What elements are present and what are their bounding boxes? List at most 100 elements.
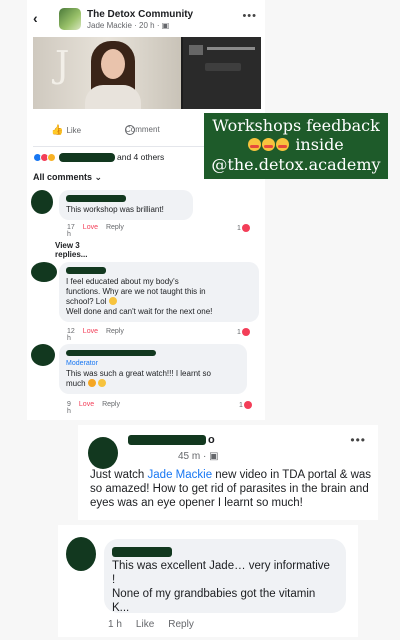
author-line: Jade Mackie · 20 h · ▣ bbox=[87, 21, 170, 30]
avatar[interactable] bbox=[31, 344, 55, 366]
comment-text-line: ! bbox=[112, 574, 116, 586]
calendar-icon: ▣ bbox=[209, 451, 219, 462]
redacted-names bbox=[59, 152, 115, 162]
comment-text-line: school? Lol bbox=[66, 297, 252, 307]
grin-emoji-icon bbox=[108, 297, 117, 305]
reply-button[interactable]: Reply bbox=[168, 619, 194, 630]
love-count-number: 1 bbox=[239, 401, 243, 409]
more-options-icon[interactable]: ••• bbox=[242, 10, 257, 22]
comment-text-fragment: much bbox=[66, 379, 86, 388]
workshops-feedback-banner: Workshops feedback inside @the.detox.aca… bbox=[204, 113, 388, 179]
like-button[interactable]: Like bbox=[136, 619, 154, 630]
love-button[interactable]: Love bbox=[79, 401, 94, 415]
comment-text-line: This was such a great watch!!! I learnt … bbox=[66, 369, 211, 378]
avatar-redaction bbox=[66, 537, 96, 571]
comment-text: Just watch Jade Mackie new video in TDA … bbox=[90, 468, 372, 510]
comment-meta: 17 h Love Reply bbox=[67, 224, 124, 238]
comment-text-line: I feel educated about my body's bbox=[66, 277, 179, 286]
comment-text-line: K... bbox=[112, 602, 130, 614]
commenter-name-suffix[interactable]: o bbox=[208, 434, 215, 446]
portal-comment-card: o 45 m · ▣ ••• Just watch Jade Mackie ne… bbox=[78, 425, 378, 520]
presenter-face bbox=[101, 49, 125, 79]
comment-time: 12 h bbox=[67, 328, 75, 342]
smiling-hearts-emoji-icon bbox=[248, 138, 262, 151]
reply-button[interactable]: Reply bbox=[106, 224, 124, 238]
video-frame: J bbox=[33, 37, 181, 109]
love-count-number: 1 bbox=[237, 328, 241, 336]
comment-text-line: Well done and can't wait for the next on… bbox=[66, 307, 213, 316]
avatar-redaction bbox=[31, 262, 57, 282]
reactions-others: and 4 others bbox=[117, 152, 165, 162]
post-header: ‹ The Detox Community Jade Mackie · 20 h… bbox=[33, 8, 261, 32]
video-player[interactable]: J bbox=[33, 37, 261, 109]
comment-text-line: None of my grandbabies got the vitamin bbox=[112, 588, 316, 600]
video-side-panel bbox=[183, 37, 261, 109]
comment-bubble: I feel educated about my body's function… bbox=[59, 262, 259, 322]
comment-time: 9 h bbox=[67, 401, 71, 415]
excellent-comment-card: This was excellent Jade… very informativ… bbox=[58, 525, 358, 637]
commenter-name-redacted[interactable] bbox=[66, 195, 186, 204]
love-count: 1 bbox=[239, 401, 252, 409]
comment-bubble-icon bbox=[125, 124, 135, 135]
name-redaction[interactable] bbox=[112, 547, 172, 557]
commenter-name-redacted[interactable] bbox=[66, 349, 240, 358]
avatar[interactable] bbox=[31, 262, 57, 284]
reactions-summary[interactable]: and 4 others bbox=[33, 151, 164, 163]
comment-meta: 9 h Love Reply bbox=[67, 401, 120, 415]
banner-inside-text: inside bbox=[295, 135, 344, 154]
comment-text: This workshop was brilliant! bbox=[66, 205, 164, 214]
name-redaction bbox=[66, 350, 156, 356]
avatar-redaction bbox=[31, 344, 55, 366]
love-count: 1 bbox=[237, 328, 250, 336]
avatar[interactable] bbox=[31, 190, 53, 214]
love-count-number: 1 bbox=[237, 224, 241, 232]
heart-icon bbox=[241, 224, 250, 232]
name-redaction bbox=[66, 195, 126, 202]
thumbs-up-icon: 👍 bbox=[51, 125, 64, 136]
comment-text-line: This was excellent Jade… very informativ… bbox=[112, 560, 330, 572]
heart-icon bbox=[241, 328, 250, 336]
comment-text-line: much bbox=[66, 379, 240, 389]
comments-filter-dropdown[interactable]: All comments ⌄ bbox=[33, 172, 102, 183]
commenter-name-redacted[interactable] bbox=[66, 267, 252, 276]
smiling-hearts-emoji-icon bbox=[276, 138, 290, 151]
comment-bubble: Moderator This was such a great watch!!!… bbox=[59, 344, 247, 394]
banner-handle: @the.detox.academy bbox=[211, 155, 381, 174]
calendar-icon: ▣ bbox=[161, 21, 170, 30]
avatar-redaction bbox=[88, 437, 118, 469]
reply-button[interactable]: Reply bbox=[106, 328, 124, 342]
heart-eyes-emoji-icon bbox=[87, 379, 96, 387]
comment-bubble: This was excellent Jade… very informativ… bbox=[104, 539, 346, 614]
comment-meta: 12 h Love Reply bbox=[67, 328, 124, 342]
banner-line-1: Workshops feedback bbox=[212, 116, 380, 135]
love-button[interactable]: Love bbox=[83, 224, 98, 238]
comment-text-line: functions. Why are we not taught this in bbox=[66, 287, 206, 296]
side-thumbnail bbox=[189, 45, 203, 55]
care-reaction-icon bbox=[47, 152, 56, 162]
avatar[interactable] bbox=[88, 437, 118, 469]
banner-line-2: inside bbox=[204, 135, 388, 155]
comment-meta: 1 h Like Reply bbox=[108, 619, 194, 630]
group-avatar[interactable] bbox=[59, 8, 81, 30]
more-options-icon[interactable]: ••• bbox=[350, 433, 366, 447]
chevron-down-icon: ⌄ bbox=[94, 172, 103, 182]
side-text-line bbox=[207, 47, 255, 50]
avatar[interactable] bbox=[66, 537, 96, 571]
comment-bubble: This workshop was brilliant! bbox=[59, 190, 193, 220]
name-redaction bbox=[128, 435, 206, 445]
view-replies-link[interactable]: View 3 replies... bbox=[55, 241, 87, 259]
back-arrow-icon[interactable]: ‹ bbox=[33, 10, 38, 26]
group-name[interactable]: The Detox Community bbox=[87, 9, 193, 20]
smiling-hearts-emoji-icon bbox=[262, 138, 276, 151]
author-name[interactable]: Jade Mackie bbox=[87, 21, 132, 30]
mention-link[interactable]: Jade Mackie bbox=[148, 469, 213, 481]
like-button[interactable]: 👍 Like bbox=[51, 125, 81, 136]
heart-icon bbox=[243, 401, 252, 409]
side-button[interactable] bbox=[205, 63, 241, 71]
name-redaction bbox=[66, 267, 106, 274]
comment-button[interactable]: Comment bbox=[125, 124, 160, 135]
reply-button[interactable]: Reply bbox=[102, 401, 120, 415]
love-button[interactable]: Love bbox=[83, 328, 98, 342]
comments-filter-label: All comments bbox=[33, 172, 93, 182]
comment-time: 45 m · ▣ bbox=[178, 451, 219, 462]
